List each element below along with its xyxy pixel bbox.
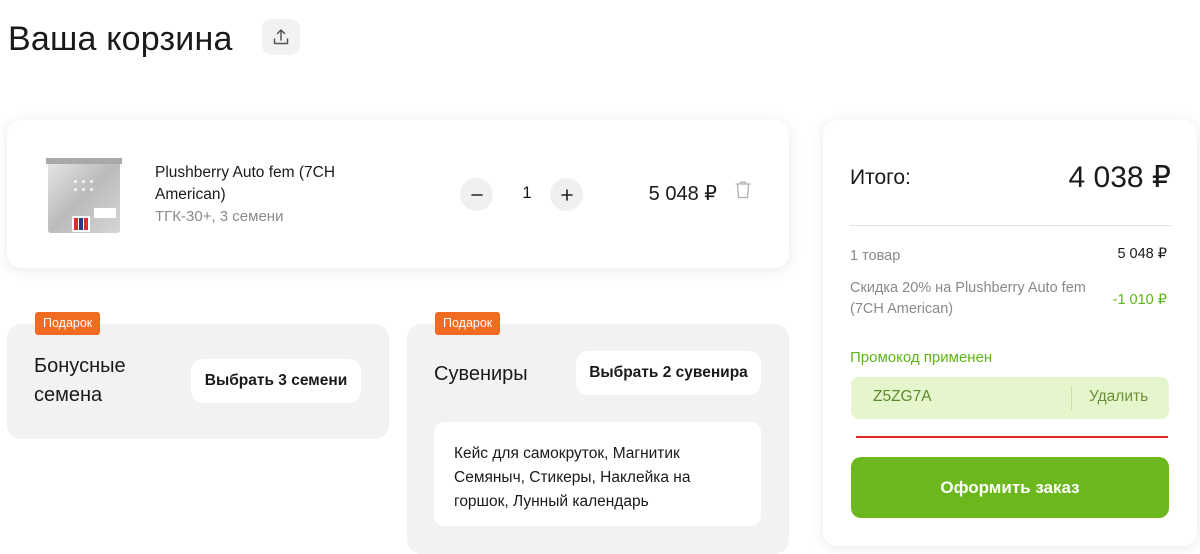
plus-icon — [560, 188, 573, 201]
divider — [850, 225, 1171, 226]
total-value: 4 038 ₽ — [1068, 161, 1172, 194]
remove-item-button[interactable] — [734, 180, 752, 200]
bonus-seeds-title: Бонусные семена — [34, 355, 126, 406]
choose-souvenirs-button[interactable]: Выбрать 2 сувенира — [576, 351, 761, 395]
quantity-value: 1 — [522, 183, 532, 202]
remove-promo-button[interactable]: Удалить — [1089, 388, 1148, 406]
souvenirs-title: Сувениры — [434, 363, 528, 385]
product-name[interactable]: Plushberry Auto fem (7CH American) — [155, 162, 375, 206]
increase-quantity-button[interactable] — [550, 178, 583, 211]
promo-code-field[interactable]: Z5ZG7A Удалить — [851, 377, 1169, 419]
promo-separator — [1071, 386, 1072, 410]
order-summary: Итого: 4 038 ₽ 1 товар 5 048 ₽ Скидка 20… — [823, 120, 1197, 546]
items-subtotal: 5 048 ₽ — [1117, 246, 1167, 262]
total-label: Итого: — [850, 166, 911, 189]
share-button[interactable] — [262, 19, 300, 55]
souvenir-list: Кейс для самокруток, Магнитик Семяныч, С… — [434, 422, 761, 526]
minus-icon — [470, 193, 483, 196]
page-title: Ваша корзина — [8, 20, 233, 58]
cart-item-card: Plushberry Auto fem (7CH American) ТГК-3… — [7, 120, 789, 268]
discount-label: Скидка 20% на Plushberry Auto fem (7CH A… — [850, 280, 1086, 317]
item-price: 5 048 ₽ — [648, 183, 717, 205]
product-meta: ТГК-30+, 3 семени — [155, 208, 284, 225]
promo-applied-label: Промокод применен — [850, 349, 993, 366]
decrease-quantity-button[interactable] — [460, 178, 493, 211]
bonus-seeds-card: Бонусные семена Выбрать 3 семени — [7, 324, 389, 439]
checkout-button[interactable]: Оформить заказ — [851, 457, 1169, 518]
choose-seeds-button[interactable]: Выбрать 3 семени — [191, 359, 361, 403]
promo-code-value: Z5ZG7A — [873, 388, 932, 405]
items-count-label: 1 товар — [850, 248, 901, 264]
discount-value: -1 010 ₽ — [1112, 292, 1167, 308]
product-image[interactable] — [44, 156, 124, 236]
trash-icon — [735, 181, 751, 199]
share-upload-icon — [273, 29, 289, 45]
gift-badge-seeds: Подарок — [35, 312, 101, 335]
validation-line — [856, 436, 1168, 438]
gift-badge-souvenirs: Подарок — [435, 312, 501, 335]
